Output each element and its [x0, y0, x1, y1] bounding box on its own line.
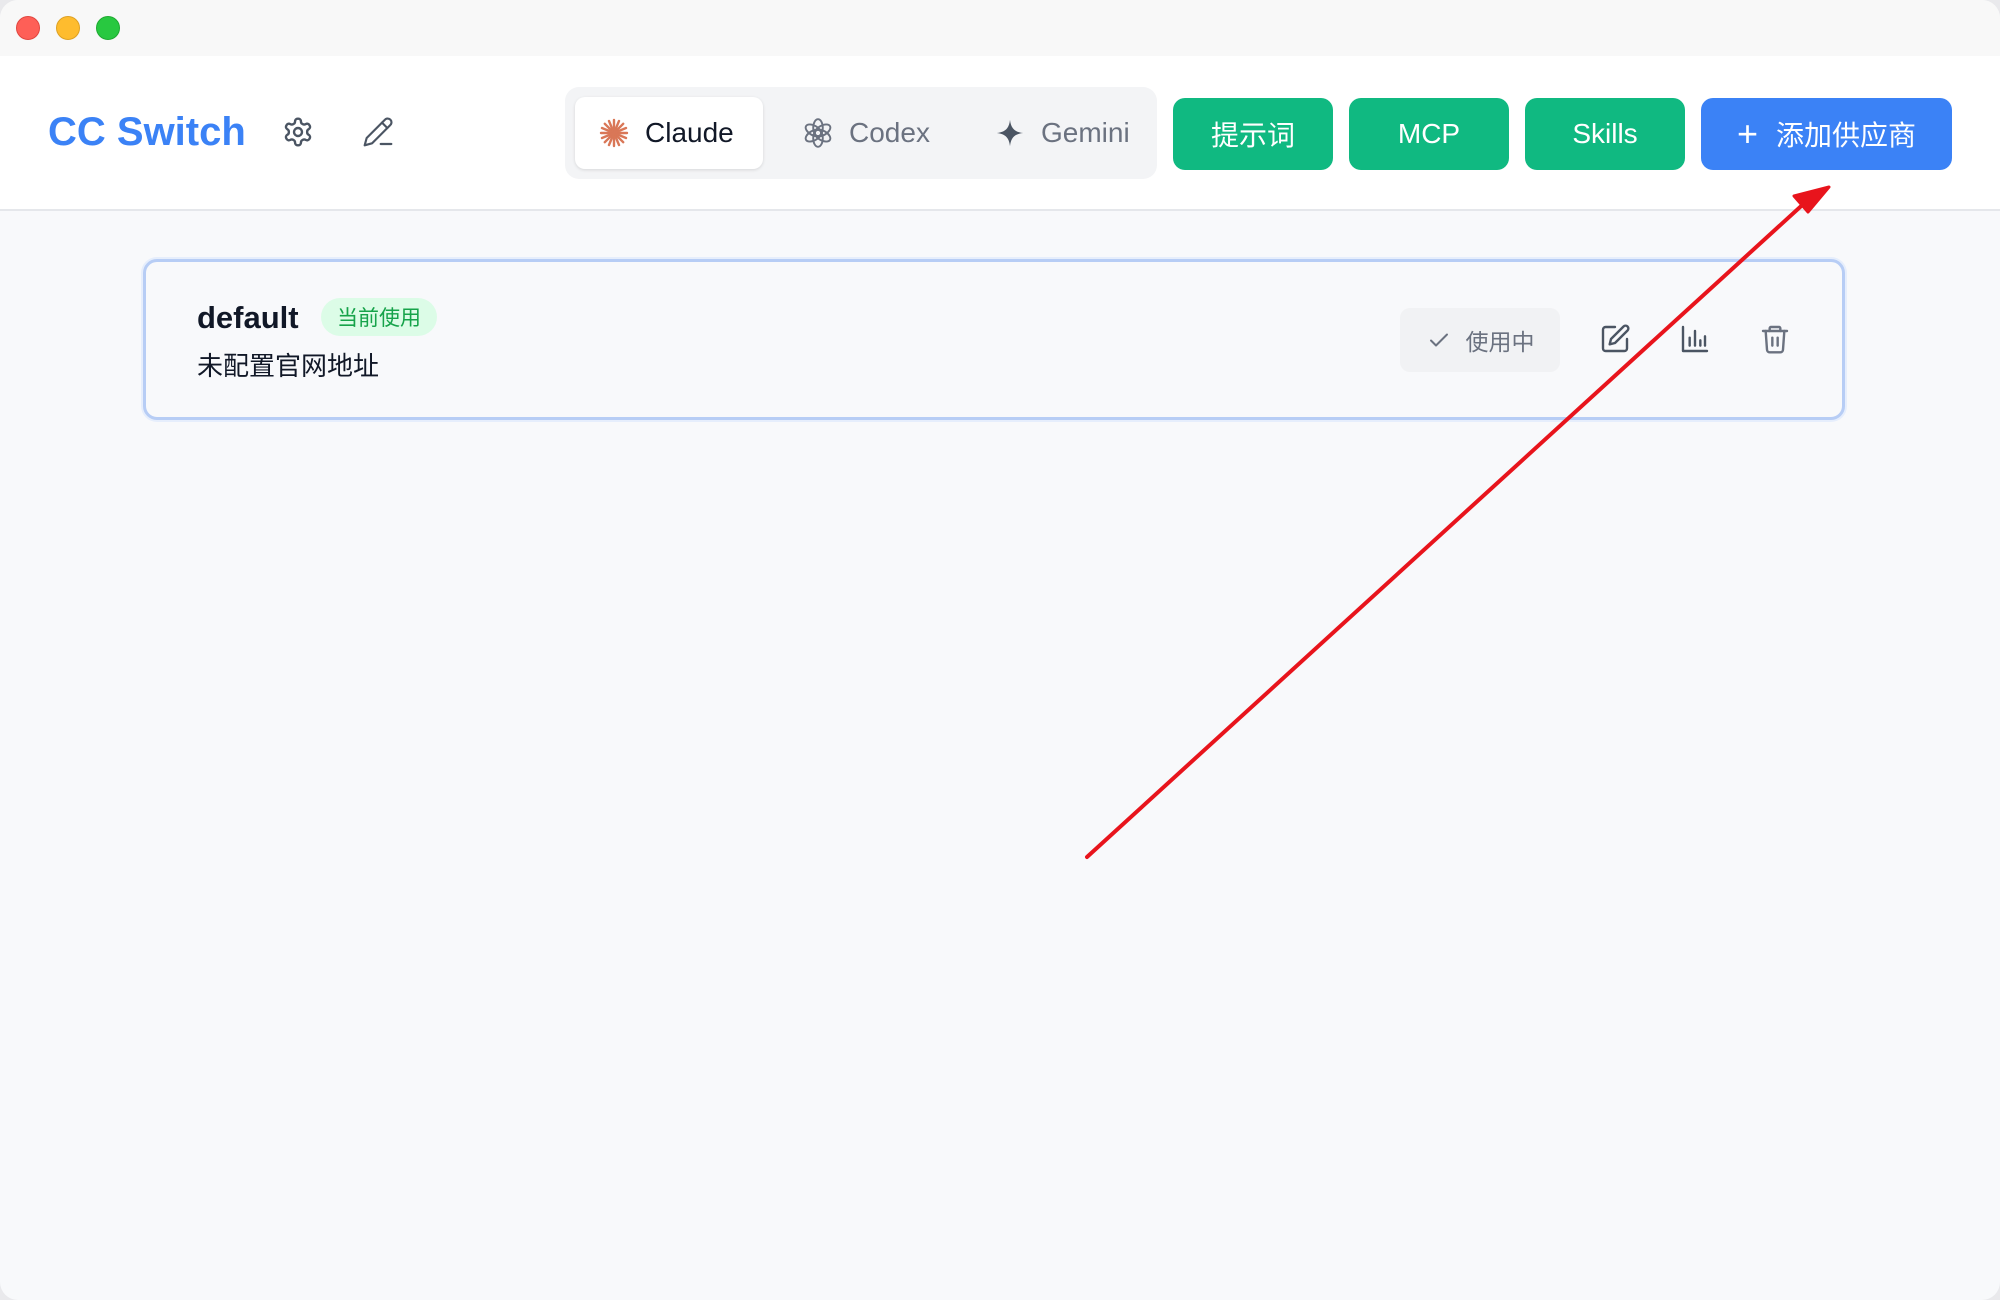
tab-claude-label: Claude	[645, 117, 734, 148]
add-provider-button[interactable]: + 添加供应商	[1701, 98, 1952, 170]
openai-knot-icon	[801, 116, 835, 150]
gear-icon	[284, 117, 312, 147]
close-window-button[interactable]	[16, 16, 40, 40]
stats-icon	[1681, 325, 1709, 353]
provider-name: default	[197, 300, 299, 335]
claude-starburst-icon	[597, 116, 631, 150]
tab-gemini[interactable]: Gemini	[983, 97, 1153, 169]
provider-card[interactable]: default 当前使用 未配置官网地址 使用中	[143, 259, 1845, 420]
app-header: CC Switch Claude Codex Gemini 提示词 MCP Sk…	[0, 56, 2000, 211]
skills-button[interactable]: Skills	[1525, 98, 1685, 170]
in-use-label: 使用中	[1465, 329, 1535, 355]
settings-button[interactable]	[274, 108, 322, 156]
app-title: CC Switch	[48, 110, 246, 154]
tab-claude[interactable]: Claude	[575, 97, 763, 169]
trash-icon	[1761, 325, 1789, 354]
edit-title-button[interactable]	[354, 108, 402, 156]
tab-codex-label: Codex	[849, 117, 930, 148]
edit-provider-button[interactable]	[1592, 316, 1638, 362]
add-provider-label: 添加供应商	[1776, 120, 1917, 151]
in-use-button[interactable]: 使用中	[1400, 308, 1560, 372]
tab-codex[interactable]: Codex	[791, 97, 951, 169]
prompts-button[interactable]: 提示词	[1173, 98, 1333, 170]
provider-website: 未配置官网地址	[197, 351, 380, 381]
edit-icon	[1601, 324, 1630, 353]
pencil-icon	[363, 117, 393, 147]
plus-icon: +	[1736, 113, 1758, 154]
zoom-window-button[interactable]	[96, 16, 120, 40]
current-status-badge: 当前使用	[321, 298, 437, 336]
usage-stats-button[interactable]	[1672, 316, 1718, 362]
app-type-tabs: Claude Codex Gemini	[565, 87, 1157, 179]
delete-provider-button[interactable]	[1752, 316, 1798, 362]
title-bar	[0, 0, 2000, 56]
gemini-sparkle-icon	[993, 116, 1027, 150]
check-icon	[1426, 327, 1452, 353]
tab-gemini-label: Gemini	[1041, 117, 1130, 148]
mcp-button[interactable]: MCP	[1349, 98, 1509, 170]
minimize-window-button[interactable]	[56, 16, 80, 40]
app-window: CC Switch Claude Codex Gemini 提示词 MCP Sk…	[0, 0, 2000, 1300]
